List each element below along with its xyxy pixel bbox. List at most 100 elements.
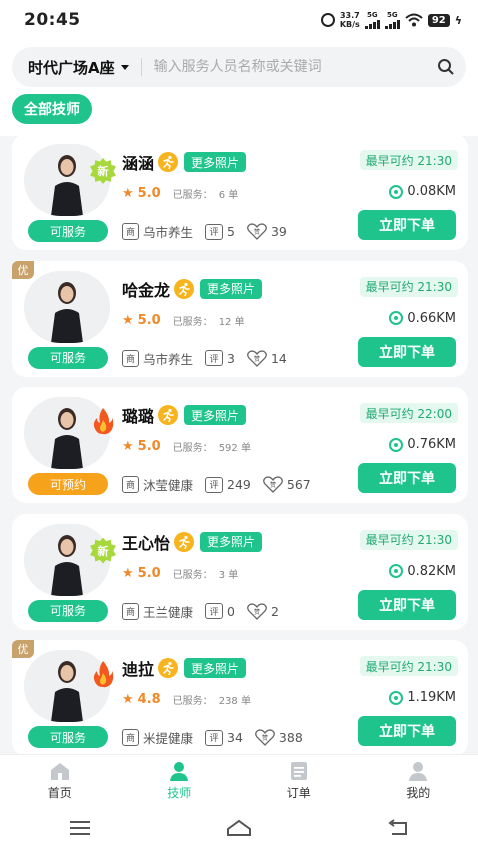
status-time: 20:45 bbox=[24, 10, 81, 30]
technician-name: 王心怡 bbox=[122, 533, 171, 553]
review-count: 249 bbox=[227, 477, 251, 492]
technician-card[interactable]: 可预约 璐璐 更多照片 ★ 5.0 已服务： 592 单 商 沐莹健康 评 249… bbox=[12, 387, 468, 503]
rating-value: 5.0 bbox=[137, 186, 161, 201]
earliest-available: 最早可约 21:30 bbox=[359, 276, 458, 297]
home-nav-icon[interactable] bbox=[225, 817, 253, 839]
status-icons: 33.7 KB/s 5G 5G 92 ϟ bbox=[320, 11, 462, 29]
order-now-button[interactable]: 立即下单 bbox=[358, 463, 456, 493]
more-photos-button[interactable]: 更多照片 bbox=[184, 405, 247, 425]
technician-name: 哈金龙 bbox=[122, 280, 171, 300]
name-row: 哈金龙 更多照片 bbox=[122, 277, 263, 301]
more-photos-button[interactable]: 更多照片 bbox=[200, 531, 263, 552]
back-icon[interactable] bbox=[384, 817, 412, 839]
distance-row: 0.08KM bbox=[389, 184, 456, 199]
shop-icon: 商 bbox=[122, 349, 139, 367]
review-icon: 评 bbox=[205, 350, 224, 366]
technician-list: 新 可服务 涵涵 更多照片 ★ 5.0 已服务： 6 单 商 乌市养生 评 5 赞… bbox=[12, 134, 468, 767]
served-label: 已服务： bbox=[172, 316, 213, 328]
status-bar: 20:45 33.7 KB/s 5G 5G 92 ϟ bbox=[0, 0, 478, 40]
tab-technician[interactable]: 技师 bbox=[120, 755, 240, 806]
shop-icon: 商 bbox=[122, 476, 139, 493]
order-now-button[interactable]: 立即下单 bbox=[358, 336, 456, 367]
person-photo-icon bbox=[24, 270, 110, 343]
tab-mine[interactable]: 我的 bbox=[359, 755, 478, 806]
tab-home-label: 首页 bbox=[47, 785, 72, 800]
shop-icon: 商 bbox=[122, 223, 139, 240]
availability-badge: 可服务 bbox=[28, 726, 108, 748]
shop-icon: 商 bbox=[122, 602, 139, 620]
distance: 0.66KM bbox=[407, 310, 456, 326]
distance-row: 0.66KM bbox=[389, 311, 456, 326]
technician-card[interactable]: 优 可服务 迪拉 更多照片 ★ 4.8 已服务： 238 单 商 米提健康 评 3… bbox=[12, 640, 468, 756]
technician-card[interactable]: 新 可服务 王心怡 更多照片 ★ 5.0 已服务： 3 单 商 王兰健康 评 0 … bbox=[12, 513, 468, 630]
name-row: 迪拉 更多照片 bbox=[122, 656, 247, 680]
distance: 0.08KM bbox=[407, 184, 456, 199]
search-bar: 时代广场A座 bbox=[12, 47, 466, 87]
system-nav-bar bbox=[0, 806, 478, 850]
distance-row: 0.76KM bbox=[389, 437, 456, 452]
order-now-button[interactable]: 立即下单 bbox=[358, 716, 456, 746]
premium-tag: 优 bbox=[12, 640, 34, 658]
location-pin-icon bbox=[389, 311, 404, 325]
heart-icon: 赞 bbox=[247, 602, 267, 620]
search-icon[interactable] bbox=[426, 47, 466, 87]
svg-text:赞: 赞 bbox=[262, 734, 268, 742]
technician-name: 迪拉 bbox=[122, 660, 155, 679]
menu-icon[interactable] bbox=[66, 817, 94, 839]
name-row: 涵涵 更多照片 bbox=[122, 150, 247, 174]
served-count: 592 单 bbox=[218, 443, 251, 454]
rating-row: ★ 5.0 已服务： 592 单 bbox=[122, 439, 251, 454]
shop-icon: 商 bbox=[122, 729, 139, 746]
rating-row: ★ 5.0 已服务： 12 单 bbox=[122, 313, 245, 328]
served-label: 已服务： bbox=[172, 569, 213, 581]
order-now-button[interactable]: 立即下单 bbox=[358, 210, 456, 240]
name-row: 璐璐 更多照片 bbox=[122, 403, 247, 427]
svg-text:赞: 赞 bbox=[254, 228, 260, 236]
availability-badge: 可预约 bbox=[28, 473, 108, 495]
star-icon: ★ bbox=[122, 312, 134, 328]
alarm-icon bbox=[320, 13, 335, 27]
search-input[interactable] bbox=[153, 59, 426, 75]
more-photos-button[interactable]: 更多照片 bbox=[184, 152, 247, 172]
premium-tag: 优 bbox=[12, 260, 34, 279]
star-icon: ★ bbox=[122, 692, 134, 707]
order-now-button[interactable]: 立即下单 bbox=[358, 589, 456, 620]
technician-card[interactable]: 优 可服务 哈金龙 更多照片 ★ 5.0 已服务： 12 单 商 乌市养生 评 3… bbox=[12, 260, 468, 377]
technician-icon bbox=[170, 761, 189, 781]
review-icon: 评 bbox=[205, 476, 224, 493]
earliest-available: 最早可约 22:00 bbox=[359, 403, 458, 423]
tab-orders[interactable]: 订单 bbox=[239, 755, 359, 806]
running-icon bbox=[174, 278, 195, 299]
shop-name: 乌市养生 bbox=[143, 225, 194, 240]
more-photos-button[interactable]: 更多照片 bbox=[200, 278, 263, 299]
review-count: 34 bbox=[227, 730, 243, 745]
distance: 0.76KM bbox=[407, 437, 456, 452]
meta-row: 商 米提健康 评 34 赞 388 bbox=[122, 728, 303, 747]
filter-all-chip[interactable]: 全部技师 bbox=[12, 94, 92, 124]
meta-row: 商 乌市养生 评 3 赞 14 bbox=[122, 349, 287, 368]
served-label: 已服务： bbox=[172, 443, 213, 454]
tab-mine-label: 我的 bbox=[406, 785, 431, 800]
more-photos-button[interactable]: 更多照片 bbox=[184, 658, 247, 678]
bottom-tabbar: 首页 技师 订单 我的 bbox=[0, 754, 478, 806]
served-count: 12 单 bbox=[218, 316, 245, 328]
tab-home[interactable]: 首页 bbox=[0, 755, 120, 806]
net-speed-value: 33.7 bbox=[339, 11, 360, 20]
net-speed-unit: KB/s bbox=[339, 20, 360, 29]
served-label: 已服务： bbox=[172, 190, 213, 201]
review-icon: 评 bbox=[205, 223, 224, 240]
earliest-available: 最早可约 21:30 bbox=[359, 656, 458, 676]
avatar[interactable] bbox=[24, 270, 110, 343]
distance: 0.82KM bbox=[407, 563, 456, 579]
fire-icon bbox=[93, 661, 114, 688]
served-count: 6 单 bbox=[218, 190, 239, 201]
like-count: 14 bbox=[270, 350, 287, 366]
net-speed: 33.7 KB/s bbox=[340, 11, 360, 29]
rating-value: 4.8 bbox=[137, 692, 161, 707]
location-selector[interactable]: 时代广场A座 bbox=[12, 57, 129, 78]
earliest-available: 最早可约 21:30 bbox=[359, 150, 458, 170]
heart-icon: 赞 bbox=[262, 476, 283, 493]
like-count: 388 bbox=[278, 730, 303, 745]
technician-name: 涵涵 bbox=[122, 154, 155, 173]
technician-card[interactable]: 新 可服务 涵涵 更多照片 ★ 5.0 已服务： 6 单 商 乌市养生 评 5 赞… bbox=[12, 134, 468, 250]
